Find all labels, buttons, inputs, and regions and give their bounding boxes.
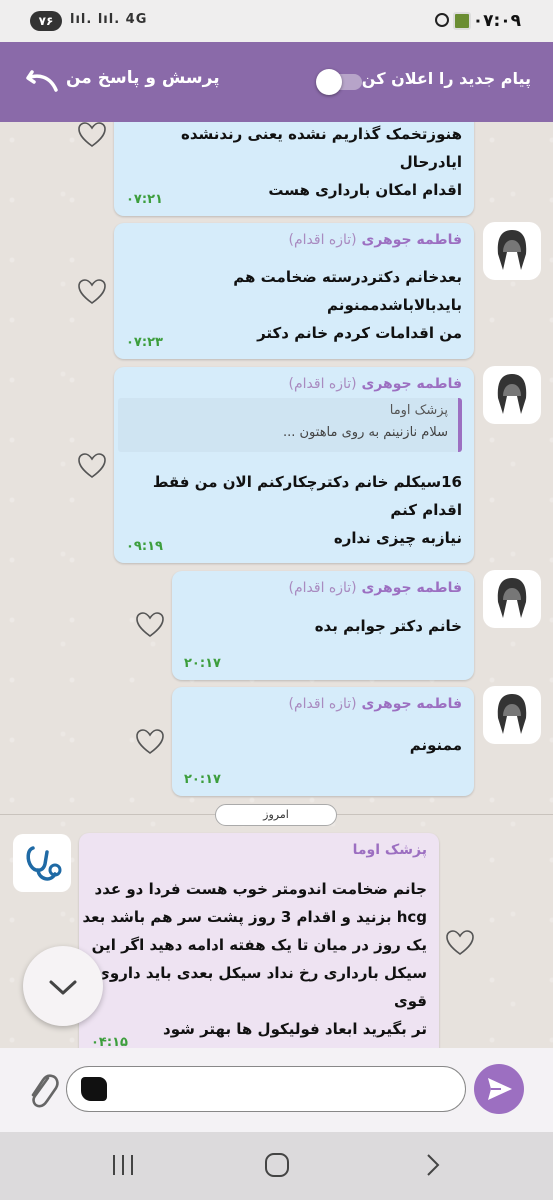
avatar[interactable] bbox=[483, 222, 541, 280]
heart-icon[interactable] bbox=[135, 610, 165, 640]
message-bubble[interactable]: پزشک اوما جانم ضخامت اندومتر خوب هست فرد… bbox=[79, 833, 439, 1048]
signal-icon: lıl. lıl. 4G bbox=[70, 12, 148, 27]
message-time: ۰۹:۱۹ bbox=[126, 539, 163, 554]
battery-indicator: ۷۶ bbox=[30, 11, 62, 31]
sticker-icon[interactable] bbox=[81, 1077, 107, 1101]
system-nav-bar bbox=[0, 1132, 553, 1200]
back-nav-icon[interactable] bbox=[418, 1150, 448, 1180]
sender-name: فاطمه جوهری bbox=[361, 696, 462, 712]
message-time: ۰۷:۲۱ bbox=[126, 192, 163, 207]
message-time: ۲۰:۱۷ bbox=[184, 656, 221, 671]
reply-quote[interactable]: پزشک اوما سلام نازنینم به روی ماهتون ... bbox=[118, 398, 462, 452]
back-arrow-icon[interactable] bbox=[20, 66, 60, 96]
recent-apps-icon[interactable] bbox=[108, 1150, 138, 1180]
message-time: ۰۷:۲۳ bbox=[126, 335, 163, 350]
message-text: ممنونم bbox=[409, 736, 462, 754]
app-header: پرسش و پاسخ من پیام جدید را اعلان کن bbox=[0, 42, 553, 122]
sender-name: فاطمه جوهری bbox=[361, 232, 462, 248]
message-text: جانم ضخامت اندومتر خوب هست فردا دو عدد h… bbox=[82, 880, 427, 1038]
message-text: 16سیکلم خانم دکترچکارکنم الان من فقط اقد… bbox=[152, 473, 462, 547]
avatar[interactable] bbox=[483, 686, 541, 744]
network-type: 4G bbox=[125, 12, 148, 27]
message-bubble[interactable]: فاطمه جوهری (تازه اقدام) خانم دکتر جوابم… bbox=[172, 571, 474, 680]
message-bubble[interactable]: فاطمه جوهری (تازه اقدام) بعدخانم دکتردرس… bbox=[114, 223, 474, 359]
heart-icon[interactable] bbox=[77, 122, 107, 150]
toggle-knob bbox=[316, 69, 342, 95]
avatar-image bbox=[497, 694, 527, 734]
chevron-down-icon bbox=[49, 980, 77, 995]
sender-name: فاطمه جوهری bbox=[361, 580, 462, 596]
message-text: خانم دکتر جوابم بده bbox=[314, 617, 462, 635]
chat-area[interactable]: هنوزتخمک گذاریم نشده یعنی رندنشده ایادرح… bbox=[0, 122, 553, 1048]
quote-text: سلام نازنینم به روی ماهتون ... bbox=[282, 425, 448, 440]
heart-icon[interactable] bbox=[77, 451, 107, 481]
send-icon bbox=[488, 1078, 512, 1100]
sender-tag: (تازه اقدام) bbox=[288, 232, 357, 248]
sender-name: فاطمه جوهری bbox=[361, 376, 462, 392]
message-sender: فاطمه جوهری (تازه اقدام) bbox=[289, 580, 462, 596]
message-time: ۰۴:۱۵ bbox=[91, 1035, 128, 1048]
message-bubble[interactable]: هنوزتخمک گذاریم نشده یعنی رندنشده ایادرح… bbox=[114, 122, 474, 216]
heart-icon[interactable] bbox=[135, 727, 165, 757]
alarm-icon bbox=[435, 13, 449, 27]
message-sender: فاطمه جوهری (تازه اقدام) bbox=[289, 232, 462, 248]
paperclip-icon[interactable] bbox=[24, 1068, 60, 1112]
message-bubble[interactable]: فاطمه جوهری (تازه اقدام) ممنونم ۲۰:۱۷ bbox=[172, 687, 474, 796]
avatar-image bbox=[497, 374, 527, 414]
message-text: بعدخانم دکتردرسته ضخامت هم بایدبالاباشدم… bbox=[233, 268, 462, 342]
status-time: ۰۷:۰۹ bbox=[472, 11, 521, 31]
quote-sender: پزشک اوما bbox=[389, 403, 448, 418]
send-button[interactable] bbox=[474, 1064, 524, 1114]
message-sender: فاطمه جوهری (تازه اقدام) bbox=[289, 376, 462, 392]
message-input[interactable] bbox=[66, 1066, 466, 1112]
message-bubble[interactable]: فاطمه جوهری (تازه اقدام) پزشک اوما سلام … bbox=[114, 367, 474, 563]
message-text: هنوزتخمک گذاریم نشده یعنی رندنشده ایادرح… bbox=[180, 125, 462, 199]
message-time: ۲۰:۱۷ bbox=[184, 772, 221, 787]
sender-tag: (تازه اقدام) bbox=[288, 376, 357, 392]
heart-icon[interactable] bbox=[445, 928, 475, 958]
page-title: پرسش و پاسخ من bbox=[66, 68, 220, 88]
sender-tag: (تازه اقدام) bbox=[288, 580, 357, 596]
avatar-image bbox=[497, 230, 527, 270]
sender-tag: (تازه اقدام) bbox=[288, 696, 357, 712]
avatar-image bbox=[497, 578, 527, 618]
home-icon[interactable] bbox=[262, 1150, 292, 1180]
app-notification-icon bbox=[453, 12, 471, 30]
avatar[interactable] bbox=[483, 570, 541, 628]
doctor-avatar[interactable] bbox=[13, 834, 71, 892]
date-divider: امروز bbox=[215, 804, 337, 826]
message-sender: فاطمه جوهری (تازه اقدام) bbox=[289, 696, 462, 712]
scroll-down-button[interactable] bbox=[23, 946, 103, 1026]
avatar[interactable] bbox=[483, 366, 541, 424]
heart-icon[interactable] bbox=[77, 277, 107, 307]
stethoscope-icon bbox=[26, 846, 62, 881]
message-input-bar bbox=[0, 1048, 553, 1132]
notify-toggle[interactable] bbox=[316, 69, 362, 95]
status-bar: ۷۶ lıl. lıl. 4G ۰۷:۰۹ bbox=[0, 0, 553, 42]
notify-label: پیام جدید را اعلان کن bbox=[361, 69, 531, 88]
message-sender: پزشک اوما bbox=[352, 842, 427, 858]
